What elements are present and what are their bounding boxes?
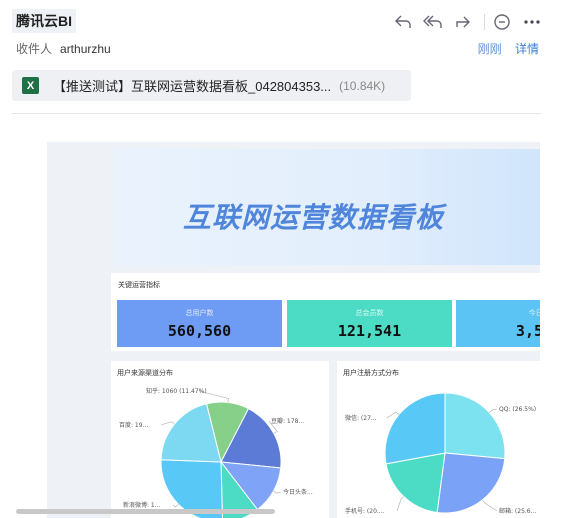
dashboard-title: 互联网运营数据看板 <box>183 201 445 234</box>
kpi-value: 121,541 <box>337 322 402 340</box>
pie-slice-label: 微信: (27... <box>345 414 377 422</box>
recipient-label: 收件人 <box>16 42 53 56</box>
horizontal-scrollbar[interactable] <box>16 509 275 514</box>
kpi-value: 560,560 <box>167 322 232 340</box>
kpi-card-today: 今日... 3,541 <box>456 300 540 347</box>
chart-title: 用户来源渠道分布 <box>117 370 173 377</box>
toolbar-divider <box>484 14 485 30</box>
recipient-row: 收件人 arthurzhu <box>16 40 111 57</box>
kpi-card-total-members: 总会员数 121,541 <box>287 300 452 347</box>
chart-panel-user-source: 用户来源渠道分布 知乎: 1060 (11.47%) 豆瓣: 178... 今日头条… <box>111 361 329 518</box>
pie-slice-label: 豆瓣: 178... <box>271 417 304 425</box>
pie-leader-line <box>489 408 498 413</box>
pie-leader-line <box>482 499 498 512</box>
pie-leader-line <box>172 503 179 508</box>
attachment-name: 【推送测试】互联网运营数据看板_042804353... <box>53 79 332 94</box>
kpi-value: 3,541 <box>515 322 540 340</box>
pie-slice-label: 手机号: (20.... <box>345 507 385 515</box>
header-divider <box>12 113 542 114</box>
meta-links: 刚刚 详情 <box>478 40 539 57</box>
forward-icon[interactable] <box>452 13 474 31</box>
kpi-heading: 关键运营指标 <box>118 282 160 289</box>
registration-pie-chart: QQ: (26.5%) 邮箱: (25.6... 手机号: (20.... 微信: (… <box>345 392 536 515</box>
pie-slice-label: QQ: (26.5%) <box>499 406 536 413</box>
mail-toolbar <box>392 12 551 32</box>
kpi-panel: 关键运营指标 总用户数 560,560 总会员数 121,541 今日... 3… <box>111 273 540 351</box>
pie-slice[interactable] <box>444 392 506 460</box>
user-source-pie-chart: 知乎: 1060 (11.47%) 豆瓣: 178... 今日头条... 新浪微博: … <box>119 387 313 518</box>
kpi-card-total-users: 总用户数 560,560 <box>117 300 282 347</box>
pie-slice[interactable] <box>436 452 506 514</box>
mail-header: 腾讯云BI 收件人 arthurzhu 刚刚 详情 <box>0 0 562 62</box>
pie-slice[interactable] <box>384 392 446 465</box>
pie-slice-label: 邮箱: (25.6... <box>499 507 536 515</box>
dashboard-banner: 互联网运营数据看板 <box>113 149 540 265</box>
kpi-label: 总用户数 <box>185 310 214 317</box>
pie-slice-label: 新浪微博: 1... <box>123 501 161 509</box>
pie-leader-line <box>396 496 404 512</box>
chart-title: 用户注册方式分布 <box>343 370 399 377</box>
sender-name[interactable]: 腾讯云BI <box>12 9 76 33</box>
pie-slice-label: 知乎: 1060 (11.47%) <box>146 387 207 395</box>
chart-panel-registration: 用户注册方式分布 QQ: (26.5%) 邮箱: (25.6... 手机号: (20… <box>337 361 540 518</box>
sent-time: 刚刚 <box>477 42 502 56</box>
kpi-label: 今日... <box>528 310 540 317</box>
reply-icon[interactable] <box>392 13 414 31</box>
dashboard-preview: 互联网运营数据看板 关键运营指标 总用户数 560,560 总会员数 121,5… <box>47 142 540 518</box>
pie-slice-label: 百度: 19... <box>119 421 148 429</box>
comment-icon[interactable] <box>491 13 513 31</box>
details-link[interactable]: 详情 <box>515 42 539 56</box>
attachment-size: (10.84K) <box>339 78 386 93</box>
excel-file-icon: X <box>22 77 39 94</box>
pie-leader-line <box>160 421 175 426</box>
pie-slice-label: 今日头条... <box>283 488 313 496</box>
reply-all-icon[interactable] <box>422 13 444 31</box>
attachment-chip[interactable]: X 【推送测试】互联网运营数据看板_042804353... (10.84K) <box>12 70 411 101</box>
recipient-name[interactable]: arthurzhu <box>60 42 111 56</box>
pie-leader-line <box>273 490 282 494</box>
more-icon[interactable] <box>521 13 543 31</box>
kpi-label: 总会员数 <box>355 310 384 317</box>
